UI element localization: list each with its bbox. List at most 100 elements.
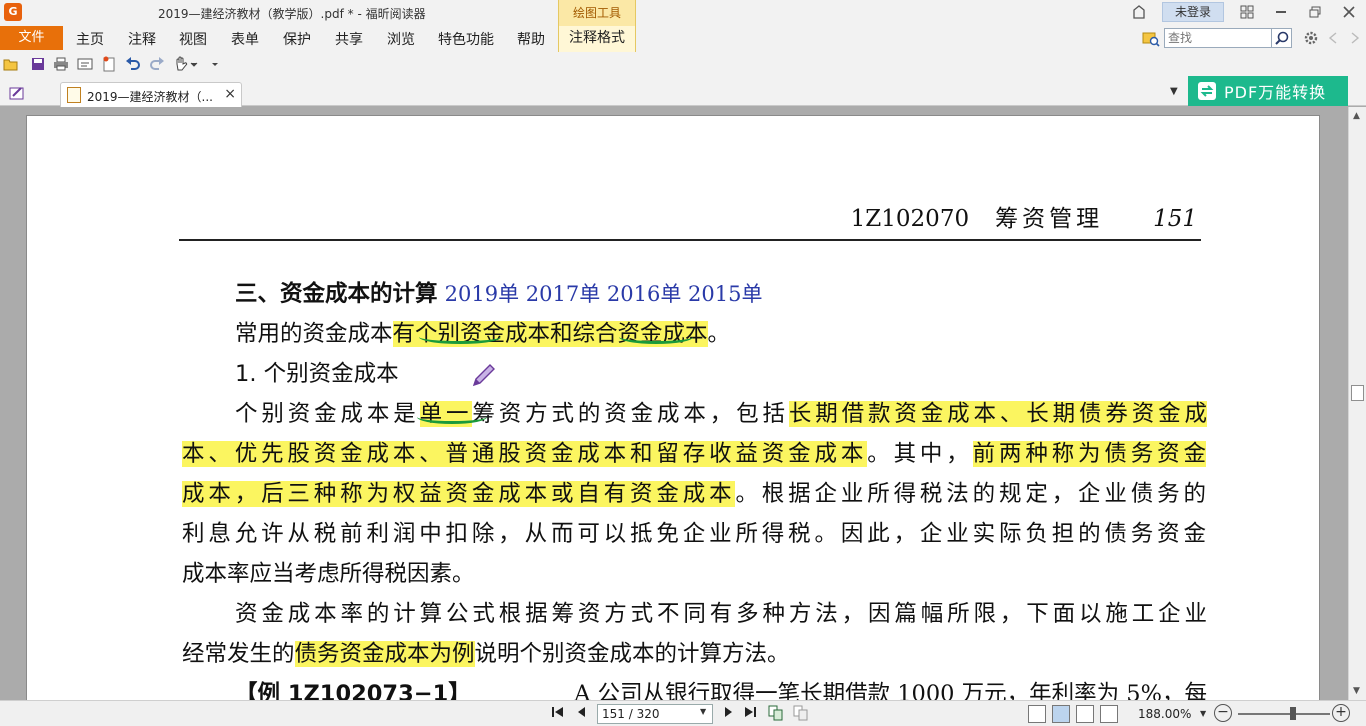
ink-underline[interactable] [419,330,501,344]
forward-icon[interactable] [1344,28,1366,48]
example-text: A 公司从银行取得一笔长期借款 1000 万元，年利率为 5%，每 [574,681,1207,700]
menu-protect[interactable]: 保护 [283,29,311,49]
previous-page-icon[interactable] [576,705,588,723]
continuous-facing-view-icon[interactable] [1100,705,1118,723]
window-controls: 未登录 [1122,0,1366,24]
tab-strip: 2019—建经济教材（... × [0,76,1366,107]
search-input[interactable] [1164,28,1272,48]
pdf-convert-button[interactable]: PDF万能转换 [1188,76,1348,106]
menu-home[interactable]: 主页 [76,29,104,49]
continuous-view-icon[interactable] [1052,705,1070,723]
properties-icon[interactable] [76,55,94,73]
redo-icon[interactable] [148,55,166,73]
layout-icon[interactable] [1230,1,1264,23]
menu-help[interactable]: 帮助 [517,29,545,49]
sidebar-toggle-icon[interactable] [8,84,26,102]
restore-icon[interactable] [1298,1,1332,23]
pencil-icon[interactable] [468,361,498,391]
menu-file[interactable]: 文件 [0,26,63,50]
highlight-annotation[interactable]: 前两种称为债务资金 [972,441,1206,467]
para3-text: 说明个别资金成本的计算方法。 [474,641,790,667]
para2-text: 个别资金成本是 [235,401,420,427]
zoom-out-icon[interactable]: − [1214,704,1232,722]
quick-access-toolbar [0,52,1366,76]
zoom-dropdown-icon[interactable]: ▼ [1200,709,1206,718]
para2-text: 筹资方式的资金成本，包括 [472,401,789,427]
save-icon[interactable] [29,55,47,73]
facing-view-icon[interactable] [1076,705,1094,723]
new-icon[interactable] [100,55,118,73]
tab-list-dropdown-icon[interactable]: ▼ [1170,86,1178,97]
window-title: 2019—建经济教材（教学版）.pdf * - 福昕阅读器 [158,7,426,21]
ink-underline[interactable] [417,410,487,424]
page-header: 1Z102070 筹资管理 151 [27,199,1197,233]
para3-text: 经常发生的 [182,641,295,667]
highlight-annotation[interactable]: 债务资金成本为例 [294,641,475,667]
hand-tool-icon[interactable] [173,55,201,73]
next-page-icon[interactable] [722,705,734,723]
paragraph-2-line-2: 本、优先股资金成本、普通股资金成本和留存收益资金成本。其中，前两种称为债务资金 [182,436,1206,468]
search-icon[interactable] [1272,28,1292,48]
menu-browse[interactable]: 浏览 [387,29,415,49]
document-tab[interactable]: 2019—建经济教材（... × [60,82,242,107]
menu-form[interactable]: 表单 [231,29,259,49]
vertical-scrollbar[interactable]: ▲ ▼ [1348,107,1366,700]
para2-text: 。其中， [867,441,973,467]
menu-view[interactable]: 视图 [179,29,207,49]
example-label: 【例 1Z102073−1】 [235,681,471,700]
back-icon[interactable] [1322,28,1344,48]
highlight-annotation[interactable]: 成本，后三种称为权益资金成本或自有资金成本 [182,481,736,507]
zoom-slider-track[interactable] [1238,713,1330,715]
page-number-input[interactable] [597,704,713,724]
header-page-number: 151 [1153,206,1197,232]
menu-special-features[interactable]: 特色功能 [438,29,494,49]
exam-years: 2019单 2017单 2016单 2015单 [444,282,763,306]
first-page-icon[interactable] [551,705,565,723]
single-page-view-icon[interactable] [1028,705,1046,723]
highlight-annotation[interactable]: 本、优先股资金成本、普通股资金成本和留存收益资金成本 [182,441,868,467]
section-title-line: 三、资金成本的计算 2019单 2017单 2016单 2015单 [235,276,762,308]
skin-icon[interactable] [1122,1,1156,23]
close-icon[interactable] [1332,1,1366,23]
open-icon[interactable] [2,55,20,73]
highlight-annotation[interactable]: 长期借款资金成本、长期债券资金成 [788,401,1207,427]
scrollbar-thumb[interactable] [1351,385,1364,401]
customize-toolbar-icon[interactable] [206,55,224,73]
undo-icon[interactable] [124,55,142,73]
scroll-down-icon[interactable]: ▼ [1353,686,1360,696]
para1-text: 常用的资金成本 [235,321,393,347]
menu-comment[interactable]: 注释 [128,29,156,49]
next-view-icon[interactable] [793,705,809,725]
convert-icon [1198,82,1216,100]
subtitle: 1. 个别资金成本 [235,361,399,387]
settings-icon[interactable] [1300,28,1322,48]
header-section-code: 1Z102070 [850,206,970,232]
para2-text: 。根据企业所得税法的规定，企业债务的 [735,481,1206,507]
zoom-level[interactable]: 188.00% [1138,707,1191,721]
last-page-icon[interactable] [743,705,757,723]
paragraph-2-line-3: 成本，后三种称为权益资金成本或自有资金成本。根据企业所得税法的规定，企业债务的 [182,476,1206,508]
minimize-icon[interactable] [1264,1,1298,23]
document-viewport[interactable]: 1Z102070 筹资管理 151 三、资金成本的计算 2019单 2017单 20… [0,107,1348,700]
header-rule [179,239,1201,241]
folder-search-icon[interactable] [1142,29,1160,47]
app-logo-icon[interactable]: G [4,3,22,21]
previous-view-icon[interactable] [768,705,784,725]
pdf-file-icon [67,87,81,103]
menu-share[interactable]: 共享 [335,29,363,49]
zoom-in-icon[interactable]: + [1332,704,1350,722]
ink-underline[interactable] [619,330,693,344]
zoom-slider-thumb[interactable] [1290,707,1296,720]
status-bar: ▼ 188.00% ▼ − + [0,700,1366,726]
paragraph-2-line-5: 成本率应当考虑所得税因素。 [182,561,475,587]
scroll-up-icon[interactable]: ▲ [1353,111,1360,121]
login-button[interactable]: 未登录 [1162,2,1224,22]
tab-close-icon[interactable]: × [224,86,236,102]
paragraph-2-line-4: 利息允许从税前利润中扣除，从而可以抵免企业所得税。因此，企业实际负担的债务资金 [182,521,1206,547]
menu-comment-format[interactable]: 注释格式 [558,26,636,52]
section-title: 三、资金成本的计算 [235,281,438,307]
context-tab-drawing-tools: 绘图工具 [558,0,636,26]
paragraph-2-line-1: 个别资金成本是单一筹资方式的资金成本，包括长期借款资金成本、长期债券资金成 [235,396,1207,428]
print-icon[interactable] [52,55,70,73]
page-dropdown-icon[interactable]: ▼ [700,707,706,716]
